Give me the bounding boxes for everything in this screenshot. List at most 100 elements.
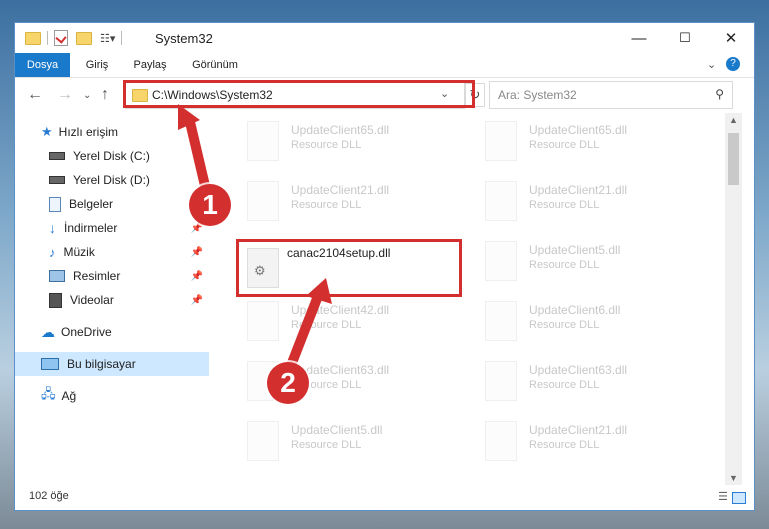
file-name: UpdateClient21.dll xyxy=(529,423,628,437)
back-arrow-icon[interactable]: ← xyxy=(27,86,43,104)
sidebar-item-music[interactable]: ♪ Müzik 📌 xyxy=(15,240,209,264)
file-name: UpdateClient21.dll xyxy=(529,183,628,197)
minimize-button[interactable]: — xyxy=(616,23,662,53)
sidebar-item-documents[interactable]: Belgeler 📌 xyxy=(15,192,209,216)
pin-icon[interactable]: 📌 xyxy=(191,247,203,258)
file-type: Resource DLL xyxy=(529,439,600,451)
dll-file-icon xyxy=(247,301,279,341)
sidebar-item-label: OneDrive xyxy=(61,325,112,339)
sidebar-item-label: Yerel Disk (D:) xyxy=(73,173,150,187)
sidebar-item-network[interactable]: 🖧 Ağ xyxy=(15,384,209,408)
dll-file-icon xyxy=(485,361,517,401)
dll-file-icon xyxy=(247,121,279,161)
close-button[interactable]: ✕ xyxy=(708,23,754,53)
file-item[interactable]: UpdateClient63.dll Resource DLL xyxy=(473,355,703,409)
sidebar-item-label: Videolar xyxy=(70,293,114,307)
title-bar: ☷▾ System32 — ☐ ✕ xyxy=(15,23,754,53)
videos-icon xyxy=(49,292,62,308)
help-icon[interactable]: ? xyxy=(726,57,740,71)
file-name: UpdateClient5.dll xyxy=(291,423,383,437)
scrollbar-thumb[interactable] xyxy=(728,133,739,185)
tab-home[interactable]: Giriş xyxy=(75,53,119,77)
tab-view[interactable]: Görünüm xyxy=(183,53,247,77)
file-type: Resource DLL xyxy=(529,199,600,211)
file-item[interactable]: UpdateClient21.dll Resource DLL xyxy=(235,175,465,229)
quick-access-toolbar: ☷▾ xyxy=(25,29,128,47)
sidebar-item-quick-access[interactable]: ★ Hızlı erişim xyxy=(15,120,209,144)
new-folder-icon[interactable] xyxy=(76,31,92,45)
file-name: UpdateClient63.dll xyxy=(529,363,628,377)
sidebar-item-this-pc[interactable]: Bu bilgisayar xyxy=(15,352,209,376)
dll-file-icon xyxy=(485,241,517,281)
file-type: Resource DLL xyxy=(529,319,600,331)
file-name: UpdateClient21.dll xyxy=(291,183,390,197)
sidebar-item-label: Ağ xyxy=(61,389,77,403)
dll-file-icon xyxy=(485,181,517,221)
sidebar-item-local-disk-d[interactable]: Yerel Disk (D:) xyxy=(15,168,209,192)
file-type: Resource DLL xyxy=(291,199,362,211)
expand-ribbon-icon[interactable]: ⌄ xyxy=(707,58,716,71)
computer-icon xyxy=(41,358,59,370)
step-1-badge: 1 xyxy=(189,184,231,226)
file-type: Resource DLL xyxy=(529,139,600,151)
file-item[interactable]: UpdateClient21.dll Resource DLL xyxy=(473,415,703,469)
file-item[interactable]: UpdateClient65.dll Resource DLL xyxy=(235,115,465,169)
properties-icon[interactable] xyxy=(54,30,68,46)
file-item[interactable]: UpdateClient6.dll Resource DLL xyxy=(473,295,703,349)
divider xyxy=(47,31,48,45)
dll-file-icon xyxy=(485,301,517,341)
sidebar-item-label: Belgeler xyxy=(69,197,114,211)
navigation-pane: ★ Hızlı erişim Yerel Disk (C:) Yerel Dis… xyxy=(15,113,211,485)
large-icons-view-icon[interactable] xyxy=(732,492,746,504)
sidebar-item-local-disk-c[interactable]: Yerel Disk (C:) xyxy=(15,144,209,168)
search-input[interactable]: Ara: System32 xyxy=(498,88,577,102)
documents-icon xyxy=(49,196,61,212)
folder-icon xyxy=(132,89,148,102)
file-item[interactable]: UpdateClient21.dll Resource DLL xyxy=(473,175,703,229)
address-bar[interactable]: C:\Windows\System32 ⌄ xyxy=(125,81,465,109)
sidebar-item-downloads[interactable]: ↓ İndirmeler 📌 xyxy=(15,216,209,240)
pictures-icon xyxy=(49,270,65,282)
download-icon: ↓ xyxy=(49,220,56,236)
sidebar-item-videos[interactable]: Videolar 📌 xyxy=(15,288,209,312)
file-type: Resource DLL xyxy=(529,259,600,271)
dll-file-icon xyxy=(485,121,517,161)
tab-file[interactable]: Dosya xyxy=(15,53,70,77)
tab-share[interactable]: Paylaş xyxy=(125,53,175,77)
recent-locations-icon[interactable]: ⌄ xyxy=(83,90,91,101)
dll-file-icon: ⚙ xyxy=(247,248,279,288)
customize-toolbar-icon[interactable]: ☷▾ xyxy=(100,32,115,45)
dll-file-icon xyxy=(247,421,279,461)
address-path: C:\Windows\System32 xyxy=(152,88,273,102)
file-item[interactable]: UpdateClient5.dll Resource DLL xyxy=(235,415,465,469)
scroll-up-icon[interactable]: ▲ xyxy=(729,115,738,125)
address-row: ← → ⌄ ↑ C:\Windows\System32 ⌄ ↻ Ara: Sys… xyxy=(15,78,754,112)
up-arrow-icon[interactable]: ↑ xyxy=(101,86,109,104)
pin-icon[interactable]: 📌 xyxy=(191,271,203,282)
details-view-icon[interactable]: ☰ xyxy=(718,490,728,503)
file-list: UpdateClient65.dll Resource DLL UpdateCl… xyxy=(223,113,727,485)
sidebar-item-onedrive[interactable]: ☁ OneDrive xyxy=(15,320,209,344)
highlighted-file-item[interactable]: ⚙ canac2104setup.dll xyxy=(236,239,462,297)
refresh-icon[interactable]: ↻ xyxy=(465,83,485,107)
maximize-button[interactable]: ☐ xyxy=(662,23,708,53)
folder-icon xyxy=(25,31,41,45)
scroll-down-icon[interactable]: ▼ xyxy=(729,473,738,483)
vertical-scrollbar[interactable]: ▲ ▼ xyxy=(725,113,742,485)
sidebar-item-label: Hızlı erişim xyxy=(58,125,118,139)
dll-file-icon xyxy=(247,181,279,221)
status-item-count: 102 öğe xyxy=(29,490,69,502)
address-dropdown-icon[interactable]: ⌄ xyxy=(440,87,449,100)
sidebar-item-pictures[interactable]: Resimler 📌 xyxy=(15,264,209,288)
sidebar-item-label: Müzik xyxy=(63,245,95,259)
search-icon: ⚲ xyxy=(715,87,724,101)
file-item[interactable]: UpdateClient42.dll Resource DLL xyxy=(235,295,465,349)
forward-arrow-icon[interactable]: → xyxy=(57,86,73,104)
file-item[interactable]: UpdateClient5.dll Resource DLL xyxy=(473,235,703,289)
file-item[interactable]: UpdateClient65.dll Resource DLL xyxy=(473,115,703,169)
sidebar-item-label: Resimler xyxy=(73,269,121,283)
file-name: canac2104setup.dll xyxy=(287,246,391,260)
sidebar-item-label: İndirmeler xyxy=(64,221,118,235)
search-box[interactable]: Ara: System32 ⚲ xyxy=(489,81,733,109)
pin-icon[interactable]: 📌 xyxy=(191,295,203,306)
